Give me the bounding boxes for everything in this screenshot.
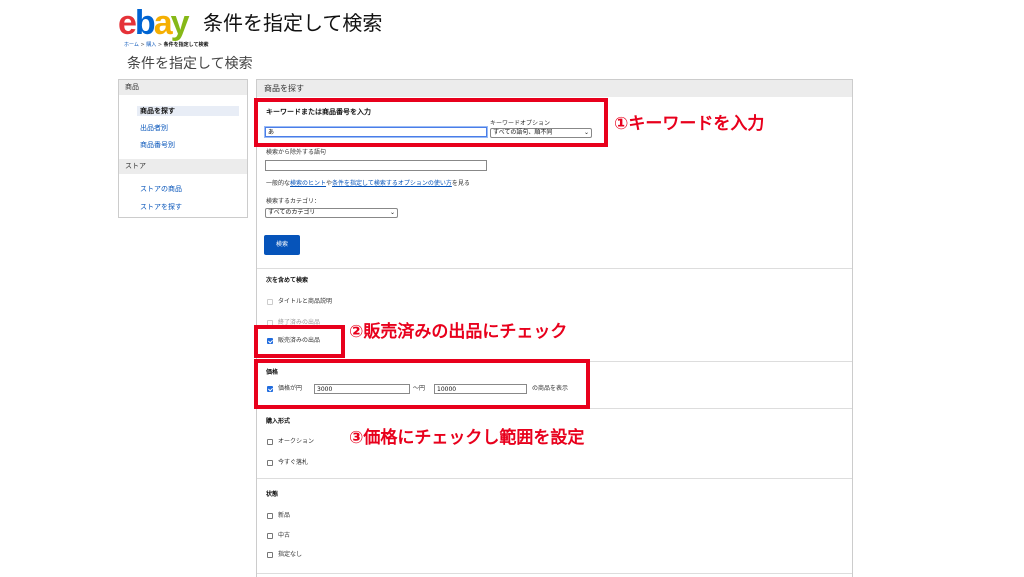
advanced-search-guide-link[interactable]: 条件を指定して検索するオプションの使い方 <box>332 180 452 187</box>
sidebar: 商品 商品を探す 出品者別 商品番号別 ストア ストアの商品 ストアを探す <box>118 79 248 218</box>
highlight-sold-listings <box>254 325 345 358</box>
not-specified-label: 指定なし <box>278 551 303 558</box>
new-checkbox[interactable] <box>267 513 273 519</box>
format-heading: 購入形式 <box>266 418 291 425</box>
sidebar-item-find-store[interactable]: ストアを探す <box>140 202 182 212</box>
page-title: 条件を指定して検索 <box>127 56 253 72</box>
include-heading: 次を含めて検索 <box>266 277 309 284</box>
buy-it-now-checkbox[interactable] <box>267 460 273 466</box>
callout-step1: ①キーワードを入力 <box>614 114 765 134</box>
highlight-keyword <box>254 98 608 147</box>
search-tips-link[interactable]: 検索のヒント <box>290 180 326 187</box>
callout-step2: ②販売済みの出品にチェック <box>349 322 568 342</box>
sidebar-item-store-items[interactable]: ストアの商品 <box>140 184 182 194</box>
divider <box>257 268 852 269</box>
sidebar-item-by-item-number[interactable]: 商品番号別 <box>140 140 175 150</box>
buy-it-now-label: 今すぐ落札 <box>278 459 309 466</box>
category-select[interactable]: すべてのカテゴリ ⌄ <box>265 208 398 218</box>
breadcrumb-current: 条件を指定して検索 <box>163 42 209 48</box>
used-label: 中古 <box>278 532 291 539</box>
condition-heading: 状態 <box>266 491 279 498</box>
panel-header: 商品を探す <box>257 80 852 97</box>
auction-label: オークション <box>278 438 315 445</box>
title-description-label: タイトルと商品説明 <box>278 298 333 305</box>
sidebar-section-items: 商品 <box>119 80 247 95</box>
sidebar-section-store: ストア <box>119 159 247 174</box>
sidebar-item-find-items[interactable]: 商品を探す <box>137 106 239 116</box>
header-title: 条件を指定して検索 <box>203 11 383 35</box>
exclude-label: 検索から除外する語句 <box>266 149 327 156</box>
search-button[interactable]: 検索 <box>264 235 300 255</box>
help-text: 一般的な検索のヒントや条件を指定して検索するオプションの使い方を見る <box>266 180 470 187</box>
breadcrumb-buy[interactable]: 購入 <box>146 42 156 48</box>
callout-step3: ③価格にチェックし範囲を設定 <box>349 428 585 448</box>
used-checkbox[interactable] <box>267 533 273 539</box>
ebay-logo[interactable]: ebay <box>118 5 190 41</box>
title-description-checkbox[interactable] <box>267 299 273 305</box>
divider <box>257 573 852 574</box>
sidebar-item-by-seller[interactable]: 出品者別 <box>140 123 168 133</box>
exclude-input[interactable] <box>265 160 487 171</box>
new-label: 新品 <box>278 512 291 519</box>
highlight-price <box>254 359 590 409</box>
category-label: 検索するカテゴリ： <box>266 198 321 205</box>
auction-checkbox[interactable] <box>267 439 273 445</box>
breadcrumb-home[interactable]: ホーム <box>124 42 139 48</box>
chevron-down-icon: ⌄ <box>389 209 395 216</box>
breadcrumb: ホーム > 購入 > 条件を指定して検索 <box>124 42 209 48</box>
divider <box>257 478 852 479</box>
not-specified-checkbox[interactable] <box>267 552 273 558</box>
